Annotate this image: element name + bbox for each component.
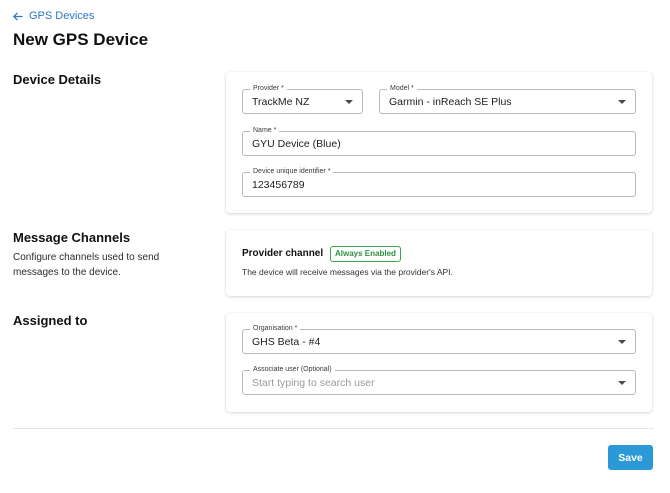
- divider: [13, 428, 654, 429]
- identifier-value: 123456789: [252, 178, 305, 191]
- model-value: Garmin - inReach SE Plus: [389, 95, 512, 108]
- section-title-assigned-to: Assigned to: [13, 313, 88, 328]
- back-link[interactable]: GPS Devices: [12, 10, 94, 22]
- identifier-label: Device unique identifier *: [250, 167, 334, 177]
- provider-value: TrackMe NZ: [252, 95, 310, 108]
- caret-down-icon: [345, 99, 353, 104]
- provider-select[interactable]: Provider * TrackMe NZ: [242, 84, 363, 114]
- name-field[interactable]: Name * GYU Device (Blue): [242, 126, 636, 156]
- model-label: Model *: [387, 84, 417, 94]
- status-badge: Always Enabled: [330, 246, 401, 262]
- name-value: GYU Device (Blue): [252, 137, 341, 150]
- organisation-value: GHS Beta - #4: [252, 335, 321, 348]
- identifier-field[interactable]: Device unique identifier * 123456789: [242, 167, 636, 197]
- organisation-label: Organisation *: [250, 324, 301, 334]
- page-title: New GPS Device: [13, 30, 149, 49]
- arrow-left-icon: [13, 12, 23, 20]
- caret-down-icon: [618, 380, 626, 385]
- caret-down-icon: [618, 339, 626, 344]
- associate-user-label: Associate user (Optional): [250, 365, 335, 375]
- message-channels-card: Provider channel Always Enabled The devi…: [226, 230, 652, 296]
- provider-label: Provider *: [250, 84, 287, 94]
- model-select[interactable]: Model * Garmin - inReach SE Plus: [379, 84, 636, 114]
- associate-user-placeholder: Start typing to search user: [252, 376, 375, 389]
- organisation-select[interactable]: Organisation * GHS Beta - #4: [242, 324, 636, 354]
- section-title-message-channels: Message Channels: [13, 230, 131, 245]
- name-label: Name *: [250, 126, 280, 136]
- back-link-label: GPS Devices: [29, 10, 95, 22]
- message-channels-description: Configure channels used to send messages…: [13, 252, 160, 278]
- associate-user-select[interactable]: Associate user (Optional) Start typing t…: [242, 365, 636, 395]
- caret-down-icon: [618, 99, 626, 104]
- provider-channel-title: Provider channel: [242, 248, 324, 259]
- save-button[interactable]: Save: [608, 445, 653, 470]
- provider-channel-description: The device will receive messages via the…: [242, 267, 453, 277]
- section-title-device-details: Device Details: [13, 72, 102, 87]
- assigned-to-card: Organisation * GHS Beta - #4 Associate u…: [226, 313, 652, 412]
- device-details-card: Provider * TrackMe NZ Model * Garmin - i…: [226, 72, 652, 213]
